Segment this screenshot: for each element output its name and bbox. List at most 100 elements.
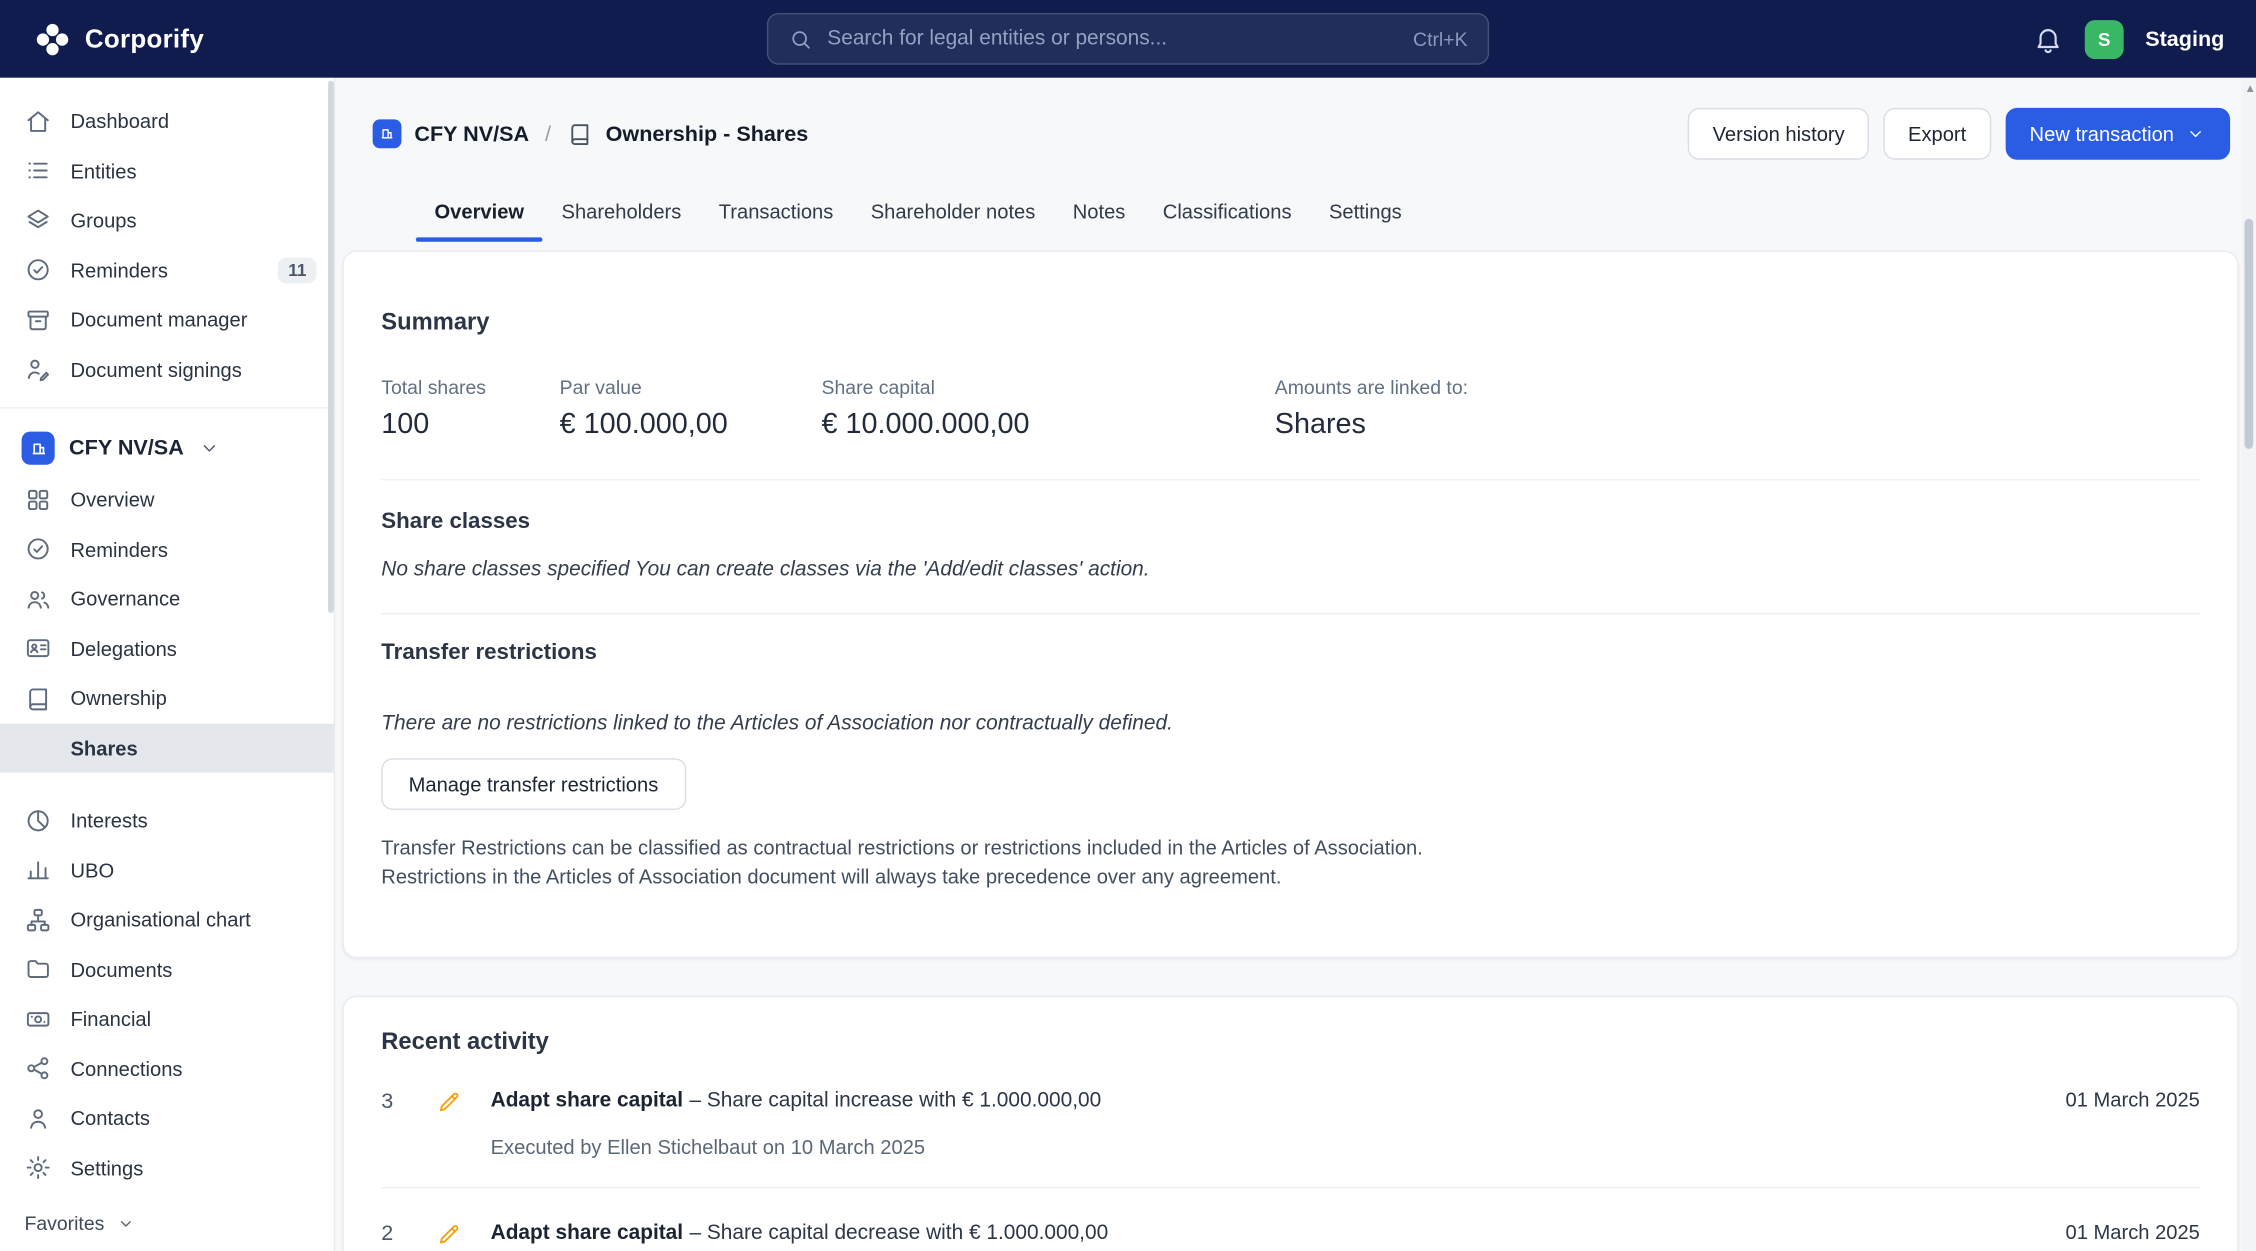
- sidebar-item-ubo[interactable]: UBO: [0, 845, 334, 895]
- sidebar-item-financial[interactable]: Financial: [0, 994, 334, 1044]
- main-content: CFY NV/SA / Ownership - Shares Version h…: [336, 77, 2256, 1251]
- sidebar-item-label: Reminders: [70, 537, 168, 561]
- entity-avatar-icon: [21, 431, 55, 465]
- sidebar-item-connections[interactable]: Connections: [0, 1044, 334, 1094]
- home-icon: [24, 108, 51, 135]
- tab-classifications[interactable]: Classifications: [1160, 200, 1295, 242]
- sidebar-item-document-manager[interactable]: Document manager: [0, 295, 334, 345]
- brand[interactable]: Corporify: [35, 21, 205, 57]
- search-shortcut: Ctrl+K: [1413, 28, 1468, 50]
- tab-label: Settings: [1328, 199, 1402, 224]
- org-chart-icon: [24, 906, 51, 933]
- people-icon: [24, 585, 51, 612]
- page-scrollbar[interactable]: ▲: [2241, 77, 2256, 1251]
- note-line: Transfer Restrictions can be classified …: [381, 835, 1423, 859]
- sidebar-item-interests[interactable]: Interests: [0, 796, 334, 846]
- manage-transfer-restrictions-button[interactable]: Manage transfer restrictions: [381, 758, 686, 811]
- breadcrumb-separator: /: [544, 121, 551, 147]
- breadcrumb: CFY NV/SA / Ownership - Shares: [372, 119, 809, 149]
- note-line: Restrictions in the Articles of Associat…: [381, 864, 1282, 888]
- page-scrollbar-thumb[interactable]: [2244, 218, 2254, 449]
- search-icon: [788, 27, 812, 51]
- sidebar-item-governance[interactable]: Governance: [0, 574, 334, 624]
- tab-shareholder-notes[interactable]: Shareholder notes: [868, 200, 1038, 242]
- stat-value: 100: [381, 408, 430, 441]
- sidebar-item-groups[interactable]: Groups: [0, 196, 334, 246]
- tab-label: Transactions: [718, 199, 834, 224]
- bell-icon[interactable]: [2033, 24, 2063, 54]
- activity-number: 3: [381, 1089, 394, 1114]
- export-button[interactable]: Export: [1883, 107, 1991, 160]
- sidebar-item-ownership[interactable]: Ownership: [0, 673, 334, 723]
- sidebar-item-organisational-chart[interactable]: Organisational chart: [0, 895, 334, 945]
- search-input[interactable]: [827, 27, 1399, 51]
- tab-label: Shareholder notes: [870, 199, 1036, 224]
- share-classes-title: Share classes: [381, 509, 531, 534]
- sidebar-item-documents[interactable]: Documents: [0, 945, 334, 995]
- tab-transactions[interactable]: Transactions: [716, 200, 836, 242]
- breadcrumb-page: Ownership - Shares: [605, 121, 809, 147]
- pencil-icon: [436, 1089, 462, 1115]
- activity-title: Adapt share capital: [490, 1221, 684, 1245]
- header-actions: Version history Export New transaction: [1688, 107, 2231, 160]
- sidebar-item-delegations[interactable]: Delegations: [0, 624, 334, 674]
- chevron-down-icon: [116, 1214, 135, 1233]
- sidebar-item-dashboard[interactable]: Dashboard: [0, 96, 334, 146]
- tab-shareholders[interactable]: Shareholders: [559, 200, 685, 242]
- sidebar-scrollbar[interactable]: [328, 80, 334, 613]
- share-classes-empty-text: No share classes specified You can creat…: [381, 558, 1150, 582]
- pie-icon: [24, 807, 51, 834]
- stat-label: Total shares: [381, 376, 487, 399]
- sidebar-item-reminders[interactable]: Reminders 11: [0, 245, 334, 295]
- sidebar-item-label: Reminders: [70, 258, 168, 282]
- new-transaction-button[interactable]: New transaction: [2005, 107, 2231, 160]
- app-root: Corporify Ctrl+K S Staging Dashboard Ent…: [0, 0, 2256, 1251]
- transfer-restrictions-empty-text: There are no restrictions linked to the …: [381, 712, 1173, 736]
- favorites-toggle[interactable]: Favorites: [0, 1198, 333, 1251]
- summary-title: Summary: [381, 309, 490, 336]
- sidebar-item-document-signings[interactable]: Document signings: [0, 345, 334, 395]
- entity-avatar-icon: [372, 119, 402, 149]
- folder-icon: [24, 956, 51, 983]
- sidebar-item-contacts[interactable]: Contacts: [0, 1093, 334, 1143]
- global-search[interactable]: Ctrl+K: [766, 12, 1490, 65]
- check-circle-icon: [24, 536, 51, 563]
- tab-notes[interactable]: Notes: [1070, 200, 1128, 242]
- stat-share-capital: Share capital € 10.000.000,00: [822, 377, 1275, 442]
- sidebar-item-entity-reminders[interactable]: Reminders: [0, 524, 334, 574]
- sidebar-item-overview[interactable]: Overview: [0, 475, 334, 525]
- new-transaction-label: New transaction: [2029, 122, 2174, 146]
- sidebar-item-entities[interactable]: Entities: [0, 146, 334, 196]
- sidebar-item-label: Document signings: [70, 357, 242, 381]
- entity-switcher[interactable]: CFY NV/SA: [0, 422, 334, 475]
- groups-icon: [24, 207, 51, 234]
- corporify-logo-icon: [35, 21, 71, 57]
- id-card-icon: [24, 635, 51, 662]
- activity-description: – Share capital decrease with € 1.000.00…: [689, 1221, 1109, 1245]
- stat-value: Shares: [1274, 408, 1366, 441]
- sidebar-item-label: Interests: [70, 808, 148, 832]
- person-icon: [24, 1105, 51, 1132]
- version-history-button[interactable]: Version history: [1688, 107, 1870, 160]
- stat-value: € 10.000.000,00: [821, 408, 1030, 441]
- topbar: Corporify Ctrl+K S Staging: [0, 0, 2256, 78]
- stat-label: Share capital: [821, 376, 935, 399]
- activity-divider: [381, 1186, 2200, 1189]
- sidebar-item-label: Settings: [70, 1156, 144, 1180]
- sidebar-item-shares[interactable]: Shares: [0, 722, 334, 773]
- activity-row[interactable]: 3 Adapt share capital – Share capital in…: [381, 1088, 2200, 1159]
- user-avatar[interactable]: S: [2084, 19, 2124, 59]
- tab-overview[interactable]: Overview: [415, 200, 544, 242]
- stat-value: € 100.000,00: [559, 408, 728, 441]
- scroll-up-arrow[interactable]: ▲: [2244, 83, 2255, 95]
- chevron-down-icon: [198, 437, 220, 459]
- tab-label: Notes: [1072, 199, 1126, 224]
- activity-executed-by: Executed by Ellen Stichelbaut on 10 Marc…: [490, 1135, 926, 1159]
- sidebar-item-settings[interactable]: Settings: [0, 1143, 334, 1193]
- activity-row[interactable]: 2 Adapt share capital – Share capital de…: [381, 1220, 2200, 1251]
- breadcrumb-entity[interactable]: CFY NV/SA: [414, 122, 529, 146]
- recent-activity-card: Recent activity 3 Adapt share capital – …: [342, 995, 2239, 1251]
- stat-label: Amounts are linked to:: [1274, 376, 1469, 399]
- tab-settings[interactable]: Settings: [1326, 200, 1405, 242]
- gear-icon: [24, 1154, 51, 1181]
